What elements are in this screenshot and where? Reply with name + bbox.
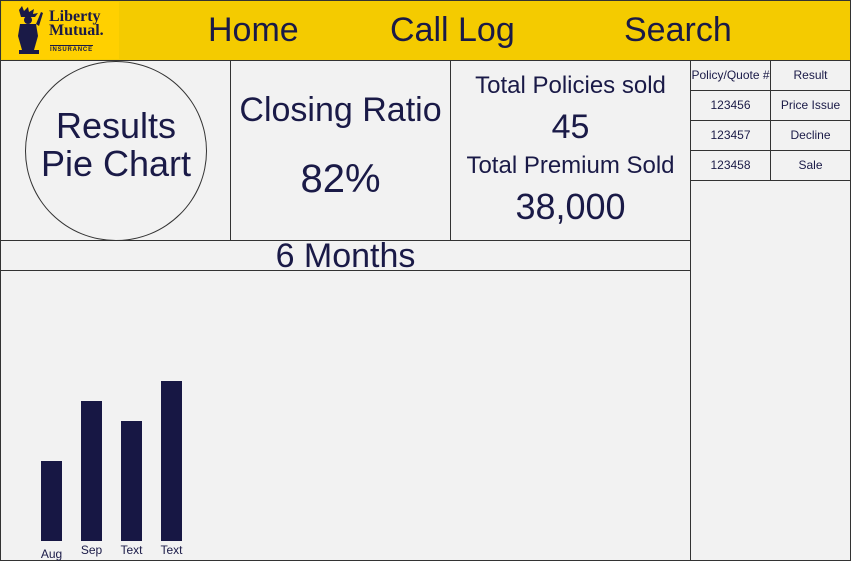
table-row-2-policy[interactable]: 123457 (690, 120, 771, 151)
table-row-1-result[interactable]: Price Issue (770, 90, 851, 121)
total-premium-label: Total Premium Sold (466, 152, 675, 179)
chart-bar[interactable] (161, 381, 182, 541)
total-policies-value: 45 (551, 108, 590, 146)
total-policies-label: Total Policies sold (475, 72, 666, 99)
nav-search[interactable]: Search (624, 11, 732, 50)
results-panel: Results Pie Chart (0, 60, 231, 241)
pie-chart-label: Results Pie Chart (40, 105, 192, 184)
table-header-result: Result (770, 60, 851, 91)
results-pie-chart[interactable]: Results Pie Chart (25, 61, 207, 241)
chart-category-label: Text (120, 543, 143, 557)
chart-bar[interactable] (41, 461, 62, 541)
table-row-3-policy[interactable]: 123458 (690, 150, 771, 181)
table-row-2-result[interactable]: Decline (770, 120, 851, 151)
bar-chart: Aug Sep Text Text (1, 271, 690, 561)
chart-bar[interactable] (81, 401, 102, 541)
chart-bar[interactable] (121, 421, 142, 541)
logo-wordmark: Liberty Mutual. (49, 8, 104, 39)
nav-call-log[interactable]: Call Log (390, 11, 515, 50)
chart-category-label: Aug (40, 547, 63, 561)
table-header-policy: Policy/Quote # (690, 60, 771, 91)
totals-panel: Total Policies sold 45 Total Premium Sol… (450, 60, 691, 241)
nav-home[interactable]: Home (208, 11, 299, 50)
period-selector[interactable]: 6 Months (0, 237, 691, 275)
closing-ratio-title: Closing Ratio (239, 91, 442, 129)
total-premium-value: 38,000 (515, 186, 626, 227)
logo-subtext: INSURANCE (50, 45, 93, 53)
closing-ratio-value: 82% (300, 157, 381, 201)
chart-category-label: Text (160, 543, 183, 557)
liberty-mutual-logo[interactable]: Liberty Mutual. INSURANCE (2, 2, 119, 59)
bar-chart-panel: Aug Sep Text Text (0, 270, 691, 561)
closing-ratio-panel: Closing Ratio 82% (230, 60, 451, 241)
chart-category-label: Sep (80, 543, 103, 557)
statue-of-liberty-icon (18, 6, 43, 54)
table-row-3-result[interactable]: Sale (770, 150, 851, 181)
top-header: Liberty Mutual. INSURANCE Home Call Log … (0, 0, 851, 61)
table-row-1-policy[interactable]: 123456 (690, 90, 771, 121)
